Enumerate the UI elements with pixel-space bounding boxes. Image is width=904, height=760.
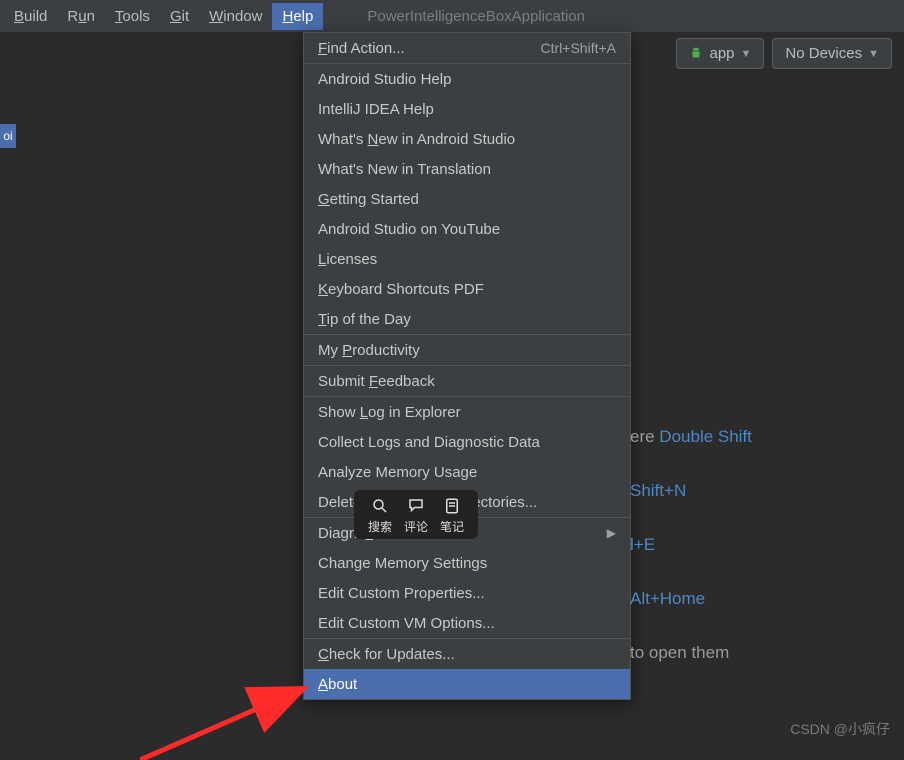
welcome-hint-line: ere Double Shift — [630, 410, 752, 464]
device-selector[interactable]: No Devices ▼ — [772, 38, 892, 69]
app-title: PowerIntelligenceBoxApplication — [367, 8, 585, 25]
menu-item-label: Analyze Memory Usage — [318, 464, 477, 481]
welcome-hint-line: l+E — [630, 518, 752, 572]
menu-item-label: Check for Updates... — [318, 646, 455, 663]
help-menu-item[interactable]: Check for Updates... — [304, 639, 630, 669]
annotation-arrow — [140, 680, 320, 760]
help-menu-item[interactable]: About — [304, 669, 630, 699]
help-menu-item[interactable]: Tip of the Day — [304, 304, 630, 334]
menu-help[interactable]: Help — [272, 3, 323, 30]
menu-item-label: What's New in Translation — [318, 161, 491, 178]
chevron-down-icon: ▼ — [868, 48, 879, 60]
menu-item-label: Android Studio Help — [318, 71, 451, 88]
help-menu: Find Action... Ctrl+Shift+A Android Studio… — [303, 32, 631, 700]
android-icon — [689, 47, 703, 61]
chevron-right-icon: ▶ — [607, 526, 616, 540]
sidebar-tab[interactable]: oi — [0, 124, 16, 148]
menu-item-label: Collect Logs and Diagnostic Data — [318, 434, 540, 451]
menu-item-label: Show Log in Explorer — [318, 404, 461, 421]
app-selector-label: app — [709, 45, 734, 62]
menu-item-label: About — [318, 676, 357, 693]
help-menu-item[interactable]: What's New in Translation — [304, 154, 630, 184]
help-menu-item[interactable]: Keyboard Shortcuts PDF — [304, 274, 630, 304]
menu-item-label: Licenses — [318, 251, 377, 268]
keyboard-shortcut: Alt+Home — [630, 589, 705, 608]
welcome-hint-line: to open them — [630, 626, 752, 680]
menu-item-label: My Productivity — [318, 342, 420, 359]
floater-label: 笔记 — [440, 518, 464, 535]
menu-item-label: Edit Custom VM Options... — [318, 615, 495, 632]
device-selector-label: No Devices — [785, 45, 862, 62]
floater-search[interactable]: 搜索 — [368, 496, 392, 535]
note-icon — [442, 496, 462, 516]
welcome-hint-line: Alt+Home — [630, 572, 752, 626]
help-menu-item[interactable]: Edit Custom VM Options... — [304, 608, 630, 638]
toolbar-right: app ▼ No Devices ▼ — [676, 38, 892, 69]
help-menu-item[interactable]: What's New in Android Studio — [304, 124, 630, 154]
menu-item-label: IntelliJ IDEA Help — [318, 101, 434, 118]
menu-item-label: What's New in Android Studio — [318, 131, 515, 148]
help-menu-item[interactable]: Collect Logs and Diagnostic Data — [304, 427, 630, 457]
help-menu-item[interactable]: Getting Started — [304, 184, 630, 214]
menu-item-label: Getting Started — [318, 191, 419, 208]
keyboard-shortcut: l+E — [630, 535, 655, 554]
floater-label: 搜索 — [368, 518, 392, 535]
comment-icon — [406, 496, 426, 516]
keyboard-shortcut: Shift+N — [630, 481, 686, 500]
watermark: CSDN @小疯仔 — [790, 719, 890, 739]
menu-item-label: Tip of the Day — [318, 311, 411, 328]
menu-item-label: Find Action... — [318, 40, 405, 57]
welcome-hint-line: Shift+N — [630, 464, 752, 518]
floater-comment[interactable]: 评论 — [404, 496, 428, 535]
help-menu-item[interactable]: Find Action... Ctrl+Shift+A — [304, 33, 630, 63]
menu-shortcut: Ctrl+Shift+A — [541, 40, 616, 56]
help-menu-item[interactable]: Analyze Memory Usage — [304, 457, 630, 487]
chevron-down-icon: ▼ — [741, 48, 752, 60]
menu-item-label: Android Studio on YouTube — [318, 221, 500, 238]
menu-build[interactable]: Build — [4, 3, 57, 30]
menu-item-label: Change Memory Settings — [318, 555, 487, 572]
help-menu-item[interactable]: Licenses — [304, 244, 630, 274]
help-menu-item[interactable]: Android Studio Help — [304, 64, 630, 94]
menu-window[interactable]: Window — [199, 3, 272, 30]
help-menu-item[interactable]: IntelliJ IDEA Help — [304, 94, 630, 124]
help-menu-item[interactable]: Submit Feedback — [304, 366, 630, 396]
menu-item-label: Submit Feedback — [318, 373, 435, 390]
menu-git[interactable]: Git — [160, 3, 199, 30]
menubar: Build Run Tools Git Window Help PowerInt… — [0, 0, 904, 32]
search-icon — [370, 496, 390, 516]
welcome-hints: ere Double Shift Shift+N l+E Alt+Home to ope… — [630, 410, 752, 680]
help-menu-item[interactable]: Show Log in Explorer — [304, 397, 630, 427]
app-selector[interactable]: app ▼ — [676, 38, 764, 69]
help-menu-item[interactable]: Change Memory Settings — [304, 548, 630, 578]
floating-toolbar: 搜索评论笔记 — [354, 490, 478, 539]
help-menu-item[interactable]: My Productivity — [304, 335, 630, 365]
floater-note[interactable]: 笔记 — [440, 496, 464, 535]
keyboard-shortcut: Double Shift — [659, 427, 752, 446]
menu-run[interactable]: Run — [57, 3, 105, 30]
menu-item-label: Keyboard Shortcuts PDF — [318, 281, 484, 298]
floater-label: 评论 — [404, 518, 428, 535]
help-menu-item[interactable]: Android Studio on YouTube — [304, 214, 630, 244]
menu-item-label: Edit Custom Properties... — [318, 585, 485, 602]
menu-tools[interactable]: Tools — [105, 3, 160, 30]
help-menu-item[interactable]: Edit Custom Properties... — [304, 578, 630, 608]
